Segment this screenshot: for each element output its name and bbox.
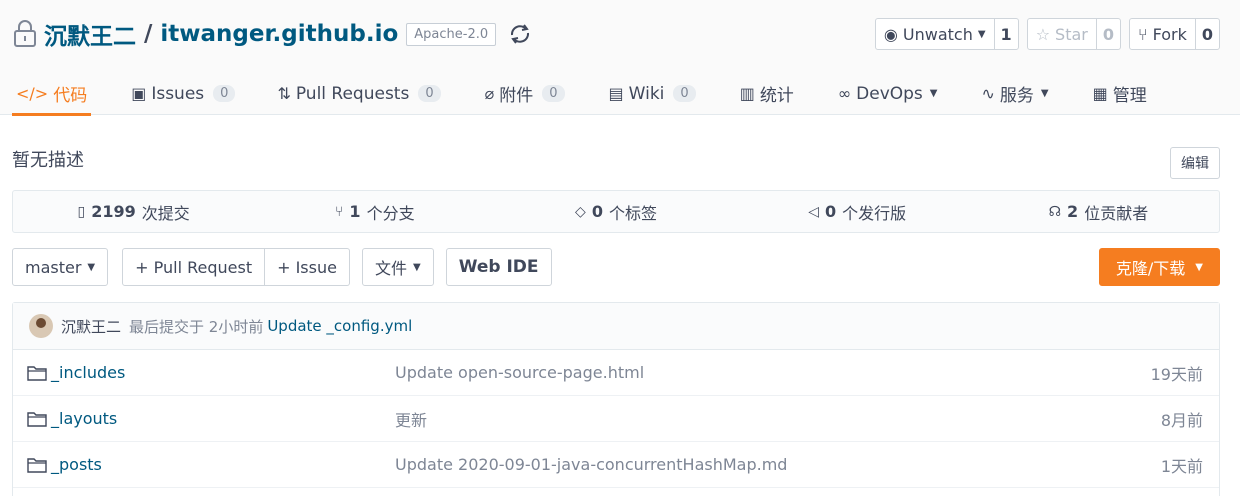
folder-icon: [27, 365, 47, 381]
file-name-link[interactable]: _layouts: [27, 409, 395, 428]
clone-download-button[interactable]: 克隆/下载 ▼: [1098, 248, 1220, 286]
file-commit-time: 19天前: [1150, 364, 1203, 384]
tab-devops[interactable]: ∞ DevOps ▼: [838, 72, 938, 115]
pull-requests-count-badge: 0: [418, 85, 441, 102]
file-name-link[interactable]: _includes: [27, 363, 395, 382]
commit-author[interactable]: 沉默王二: [61, 316, 121, 337]
table-row: _layouts 更新 8月前: [13, 396, 1219, 442]
stat-tags[interactable]: ◇ 0 个标签: [495, 200, 736, 224]
watch-button[interactable]: ◉ Unwatch ▼ 1: [874, 18, 1019, 50]
infinity-icon: ∞: [837, 84, 852, 103]
tab-code[interactable]: </> 代码: [11, 72, 92, 116]
create-group: + Pull Request + Issue: [122, 248, 350, 286]
issues-icon: ▣: [131, 84, 147, 103]
watch-label[interactable]: ◉ Unwatch ▼: [876, 19, 994, 49]
stat-contributors[interactable]: ☊ 2 位贡献者: [978, 200, 1219, 224]
stat-commits[interactable]: ▯ 2199 次提交: [13, 200, 254, 224]
edit-description-button[interactable]: 编辑: [1170, 147, 1220, 179]
wiki-count-badge: 0: [673, 85, 696, 102]
table-row: _includes Update open-source-page.html 1…: [13, 350, 1219, 396]
release-icon: ◁: [808, 203, 820, 220]
folder-icon: [27, 457, 47, 473]
file-commit-message[interactable]: Update open-source-page.html: [395, 363, 1151, 382]
tab-manage[interactable]: ▦ 管理: [1093, 72, 1147, 115]
repo-owner-link[interactable]: 沉默王二: [44, 17, 136, 51]
code-icon: </>: [16, 84, 49, 103]
avatar[interactable]: [29, 314, 53, 338]
repo-header: 沉默王二 / itwanger.github.io Apache-2.0 ◉ U…: [0, 0, 1240, 116]
sync-icon[interactable]: [506, 20, 534, 48]
last-commit-bar: 沉默王二 最后提交于 2小时前 Update _config.yml: [13, 303, 1219, 350]
file-commit-time: 1天前: [1160, 456, 1203, 476]
stat-branches[interactable]: ⑂ 1 个分支: [254, 200, 495, 224]
chevron-down-icon: ▼: [1040, 88, 1049, 99]
repo-actions: ◉ Unwatch ▼ 1 ☆ Star 0 ⑂ Fork 0: [874, 18, 1220, 50]
web-ide-button[interactable]: Web IDE: [445, 248, 552, 286]
repo-tabs: </> 代码 ▣ Issues 0 ⇅ Pull Requests 0 ⌀ 附件…: [11, 72, 1191, 116]
folder-icon: [27, 411, 47, 427]
tab-services[interactable]: ∿ 服务 ▼: [981, 72, 1048, 115]
fork-icon: ⑂: [1137, 24, 1148, 44]
fork-label[interactable]: ⑂ Fork: [1130, 19, 1195, 49]
stat-releases[interactable]: ◁ 0 个发行版: [737, 200, 978, 224]
table-row: _posts Update 2020-09-01-java-concurrent…: [13, 442, 1219, 488]
repo-title: 沉默王二 / itwanger.github.io Apache-2.0: [12, 14, 534, 54]
repo-name-link[interactable]: itwanger.github.io: [160, 21, 398, 47]
repo-toolbar: master ▼ + Pull Request + Issue 文件 ▼ Web…: [12, 248, 1220, 286]
star-icon: ☆: [1035, 24, 1051, 44]
commits-icon: ▯: [77, 203, 86, 220]
new-issue-button[interactable]: + Issue: [265, 248, 350, 286]
repo-description: 暂无描述: [12, 150, 84, 171]
file-name-link[interactable]: _posts: [27, 455, 395, 474]
paperclip-icon: ⌀: [484, 84, 495, 103]
chevron-down-icon: ▼: [1195, 261, 1203, 273]
manage-icon: ▦: [1092, 84, 1108, 103]
tab-pull-requests[interactable]: ⇅ Pull Requests 0: [277, 72, 441, 115]
file-list: 沉默王二 最后提交于 2小时前 Update _config.yml _incl…: [12, 302, 1220, 496]
tab-issues[interactable]: ▣ Issues 0: [131, 72, 236, 115]
star-count[interactable]: 0: [1095, 19, 1120, 49]
tab-stats[interactable]: ▥ 统计: [740, 72, 794, 115]
chevron-down-icon: ▼: [87, 261, 96, 273]
contributors-icon: ☊: [1048, 203, 1062, 220]
tag-icon: ◇: [575, 203, 586, 220]
star-button[interactable]: ☆ Star 0: [1026, 18, 1121, 50]
pull-request-icon: ⇅: [277, 84, 291, 103]
fork-count[interactable]: 0: [1194, 19, 1219, 49]
book-icon: ▤: [608, 84, 624, 103]
fork-button[interactable]: ⑂ Fork 0: [1128, 18, 1220, 50]
issues-count-badge: 0: [213, 85, 236, 102]
tab-wiki[interactable]: ▤ Wiki 0: [609, 72, 696, 115]
eye-icon: ◉: [883, 24, 898, 44]
file-commit-message[interactable]: 更新: [395, 407, 1161, 431]
new-pull-request-button[interactable]: + Pull Request: [122, 248, 266, 286]
star-label[interactable]: ☆ Star: [1028, 19, 1096, 49]
attachments-count-badge: 0: [542, 85, 565, 102]
branch-select[interactable]: master ▼: [12, 248, 109, 286]
lock-icon: [14, 20, 36, 47]
file-menu-button[interactable]: 文件 ▼: [361, 248, 434, 286]
pulse-icon: ∿: [981, 84, 995, 103]
repo-separator: /: [144, 21, 153, 47]
chevron-down-icon: ▼: [412, 261, 421, 273]
chevron-down-icon: ▼: [977, 28, 986, 40]
watch-count[interactable]: 1: [993, 19, 1018, 49]
commit-meta: 最后提交于 2小时前: [129, 317, 264, 336]
repo-stats-bar: ▯ 2199 次提交 ⑂ 1 个分支 ◇ 0 个标签 ◁ 0 个发行版 ☊ 2 …: [12, 190, 1220, 233]
commit-message-link[interactable]: Update _config.yml: [267, 317, 412, 335]
file-commit-time: 8月前: [1160, 410, 1203, 430]
branch-icon: ⑂: [335, 203, 344, 220]
file-commit-message[interactable]: Update 2020-09-01-java-concurrentHashMap…: [395, 455, 1161, 474]
license-badge[interactable]: Apache-2.0: [406, 22, 497, 46]
tab-attachments[interactable]: ⌀ 附件 0: [485, 72, 565, 115]
chevron-down-icon: ▼: [929, 88, 938, 99]
bar-chart-icon: ▥: [739, 84, 755, 103]
